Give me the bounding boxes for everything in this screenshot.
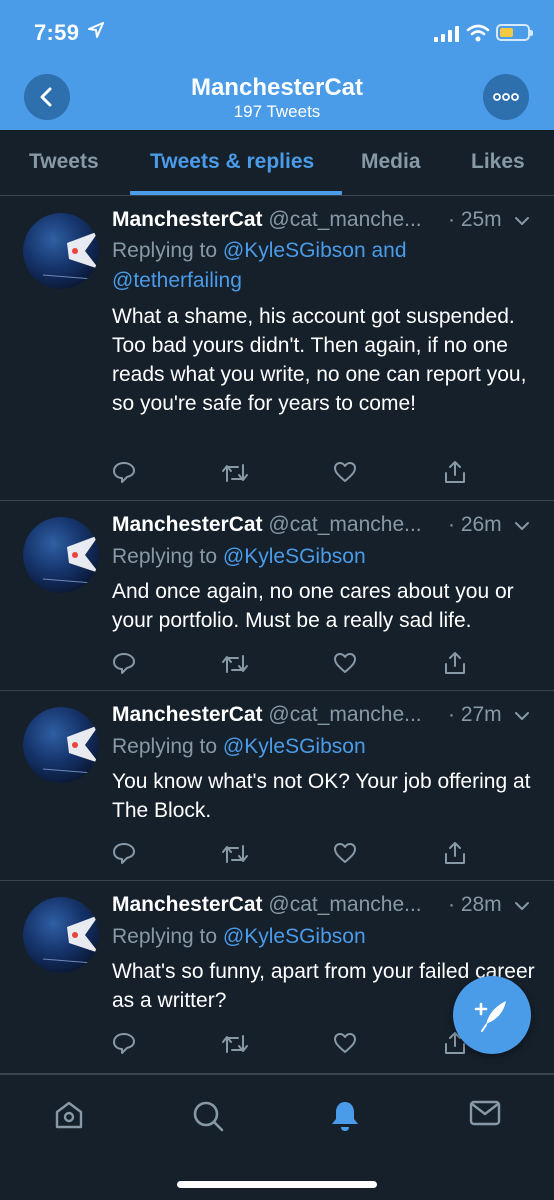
mention-link[interactable]: @KyleSGibson bbox=[223, 925, 366, 948]
avatar-image bbox=[23, 213, 99, 289]
replying-to: Replying to @KyleSGibson bbox=[112, 922, 532, 952]
status-time: 7:59 bbox=[34, 20, 80, 45]
chevron-down-icon[interactable] bbox=[514, 521, 530, 531]
tab-likes[interactable]: Likes bbox=[471, 150, 525, 174]
chevron-down-icon[interactable] bbox=[514, 216, 530, 226]
retweet-icon[interactable] bbox=[221, 461, 249, 485]
replying-to-label: Replying to bbox=[112, 545, 218, 568]
share-icon[interactable] bbox=[443, 650, 467, 676]
retweet-icon[interactable] bbox=[221, 842, 249, 866]
home-icon[interactable] bbox=[53, 1099, 85, 1131]
tweet-author-handle[interactable]: @cat_manche... bbox=[268, 893, 421, 916]
more-button[interactable] bbox=[483, 74, 529, 120]
tab-tweets[interactable]: Tweets bbox=[29, 150, 99, 174]
replying-to-label: Replying to bbox=[112, 735, 218, 758]
tweet-item[interactable]: ManchesterCat @cat_manche... · 25m Reply… bbox=[0, 196, 554, 501]
share-icon[interactable] bbox=[443, 840, 467, 866]
tweet-header: ManchesterCat @cat_manche... bbox=[112, 208, 422, 236]
replying-to: Replying to @KyleSGibson bbox=[112, 732, 532, 762]
tweet-text: And once again, no one cares about you o… bbox=[112, 580, 514, 632]
profile-name: ManchesterCat bbox=[190, 74, 364, 101]
status-bar: 7:59 bbox=[0, 0, 554, 64]
share-icon[interactable] bbox=[443, 459, 467, 485]
tweet-time: · 25m bbox=[448, 208, 502, 231]
tweet-time: · 27m bbox=[448, 703, 502, 726]
heart-icon[interactable] bbox=[333, 842, 357, 864]
avatar-image bbox=[23, 897, 99, 973]
avatar[interactable] bbox=[23, 213, 99, 289]
cellular-signal-icon bbox=[434, 26, 459, 42]
tweet-item[interactable]: ManchesterCat @cat_manche... · 26m Reply… bbox=[0, 501, 554, 691]
battery-icon bbox=[496, 24, 533, 41]
replying-to: Replying to @KyleSGibson and @tetherfaili… bbox=[112, 236, 532, 296]
chevron-down-icon[interactable] bbox=[514, 711, 530, 721]
tweet-text: What a shame, his account got suspended.… bbox=[112, 305, 527, 415]
mention-link[interactable]: @KyleSGibson bbox=[223, 239, 366, 262]
tab-tweets-and-replies[interactable]: Tweets & replies bbox=[150, 150, 314, 174]
tweet-header: ManchesterCat @cat_manche... bbox=[112, 703, 422, 731]
avatar[interactable] bbox=[23, 517, 99, 593]
messages-icon[interactable] bbox=[469, 1099, 501, 1127]
profile-header: 7:59 ManchesterCat 197 Tweets bbox=[0, 0, 554, 130]
tweet-author-handle[interactable]: @cat_manche... bbox=[268, 703, 421, 726]
tweet-time: · 26m bbox=[448, 513, 502, 536]
tweet-author-name[interactable]: ManchesterCat bbox=[112, 893, 263, 916]
mention-link[interactable]: @KyleSGibson bbox=[223, 735, 366, 758]
tweet-author-handle[interactable]: @cat_manche... bbox=[268, 208, 421, 231]
replying-to: Replying to @KyleSGibson bbox=[112, 542, 532, 572]
heart-icon[interactable] bbox=[333, 1032, 357, 1054]
replying-to-conjunction: and bbox=[371, 239, 407, 262]
retweet-icon[interactable] bbox=[221, 652, 249, 676]
profile-tabs: Tweets Tweets & replies Media Likes bbox=[0, 130, 554, 196]
mention-link[interactable]: @tetherfailing bbox=[112, 269, 242, 292]
replying-to-label: Replying to bbox=[112, 239, 218, 262]
retweet-icon[interactable] bbox=[221, 1032, 249, 1056]
tweet-count: 197 Tweets bbox=[233, 102, 321, 121]
compose-tweet-button[interactable] bbox=[453, 976, 531, 1054]
avatar-image bbox=[23, 707, 99, 783]
reply-icon[interactable] bbox=[112, 1031, 136, 1055]
chevron-down-icon[interactable] bbox=[514, 901, 530, 911]
tweet-text: You know what's not OK? Your job offerin… bbox=[112, 770, 531, 822]
tweet-author-handle[interactable]: @cat_manche... bbox=[268, 513, 421, 536]
wifi-icon bbox=[466, 24, 490, 42]
notifications-icon[interactable] bbox=[329, 1099, 361, 1133]
tweet-author-name[interactable]: ManchesterCat bbox=[112, 208, 263, 231]
avatar[interactable] bbox=[23, 707, 99, 783]
search-icon[interactable] bbox=[191, 1099, 225, 1133]
home-indicator[interactable] bbox=[177, 1181, 377, 1188]
tab-media[interactable]: Media bbox=[361, 150, 421, 174]
tweet-header: ManchesterCat @cat_manche... bbox=[112, 893, 422, 921]
avatar[interactable] bbox=[23, 897, 99, 973]
heart-icon[interactable] bbox=[333, 461, 357, 483]
tweet-item[interactable]: ManchesterCat @cat_manche... · 27m Reply… bbox=[0, 691, 554, 881]
reply-icon[interactable] bbox=[112, 841, 136, 865]
more-icon bbox=[493, 93, 519, 101]
tweet-time: · 28m bbox=[448, 893, 502, 916]
heart-icon[interactable] bbox=[333, 652, 357, 674]
mention-link[interactable]: @KyleSGibson bbox=[223, 545, 366, 568]
replying-to-label: Replying to bbox=[112, 925, 218, 948]
location-arrow-icon bbox=[88, 22, 104, 38]
avatar-image bbox=[23, 517, 99, 593]
reply-icon[interactable] bbox=[112, 460, 136, 484]
tweet-header: ManchesterCat @cat_manche... bbox=[112, 513, 422, 541]
compose-tweet-icon bbox=[474, 1001, 506, 1032]
reply-icon[interactable] bbox=[112, 651, 136, 675]
active-tab-indicator bbox=[130, 191, 342, 195]
tweet-author-name[interactable]: ManchesterCat bbox=[112, 513, 263, 536]
tweet-author-name[interactable]: ManchesterCat bbox=[112, 703, 263, 726]
